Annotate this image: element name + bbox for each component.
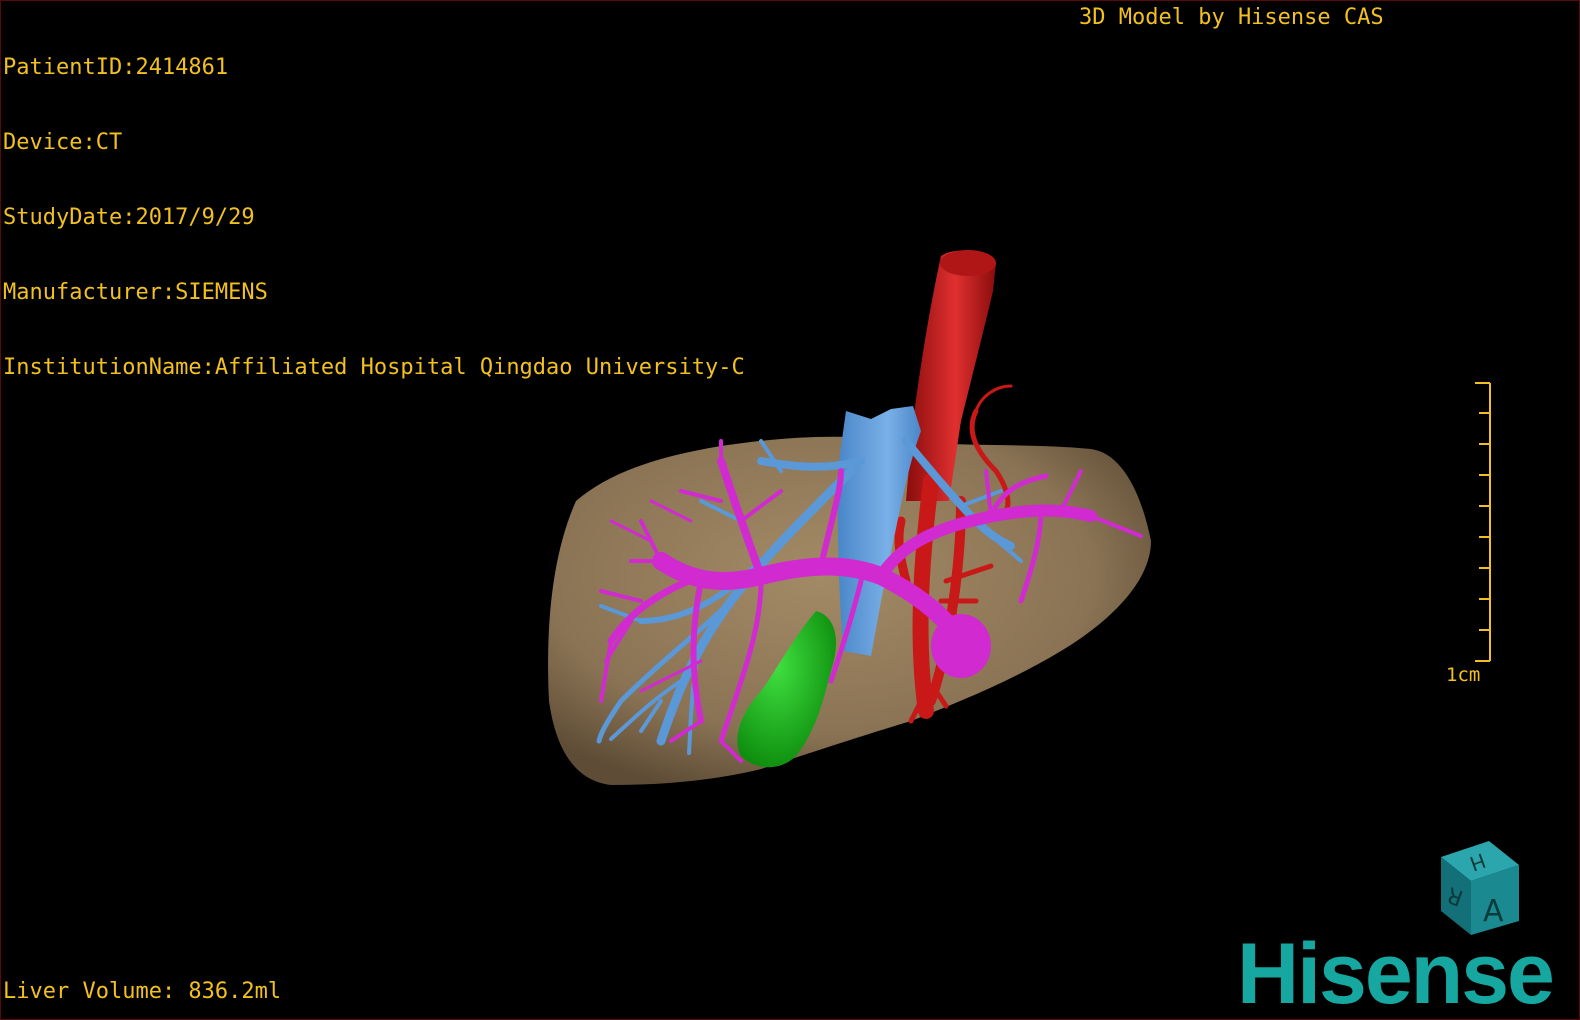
liver-3d-model[interactable]	[1, 1, 1580, 1020]
portal-vein-confluence	[931, 614, 991, 678]
cube-label-a: A	[1483, 894, 1504, 929]
scale-bar	[1475, 382, 1491, 662]
aorta-cut-end	[940, 250, 996, 276]
liver-volume-text: Liver Volume: 836.2ml	[3, 979, 282, 1004]
viewer-3d[interactable]: PatientID:2414861 Device:CT StudyDate:20…	[0, 0, 1580, 1020]
hisense-logo: Hisense	[1237, 926, 1555, 1020]
orientation-cube[interactable]: H R A	[1419, 835, 1529, 939]
scale-label: 1cm	[1446, 664, 1481, 686]
